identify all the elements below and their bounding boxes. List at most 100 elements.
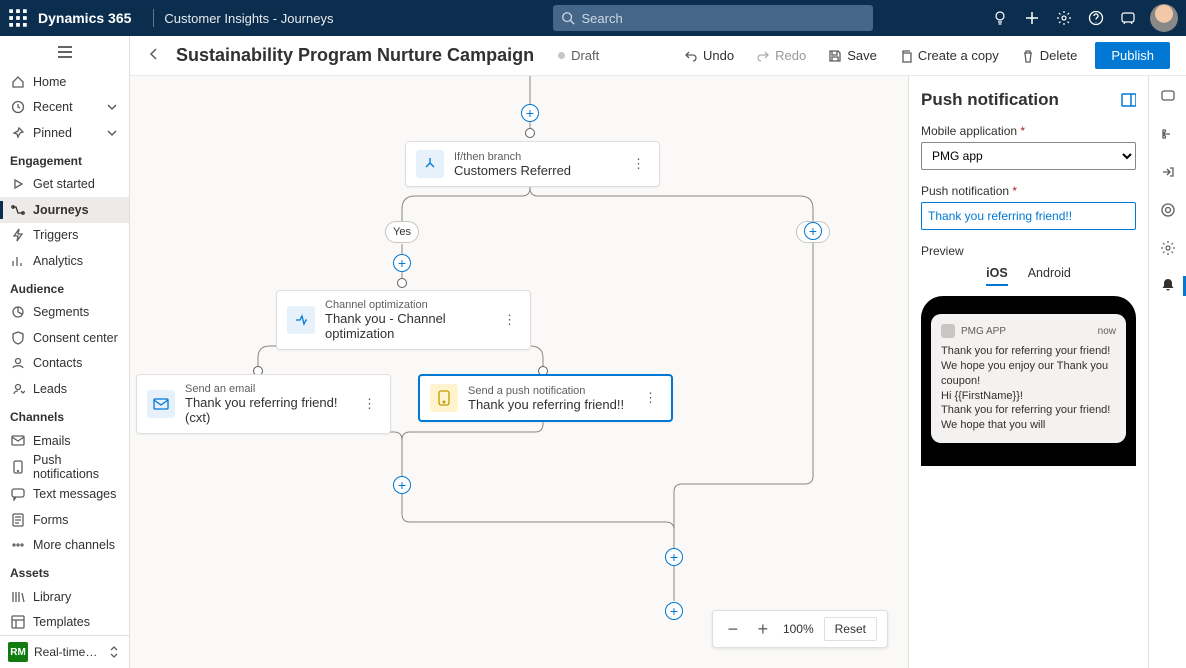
help-icon[interactable] bbox=[1080, 2, 1112, 34]
save-button[interactable]: Save bbox=[824, 44, 881, 67]
nav-push[interactable]: Push notifications bbox=[0, 453, 129, 481]
header-divider bbox=[153, 9, 154, 27]
node-more-icon[interactable]: ⋮ bbox=[628, 156, 649, 172]
zoom-reset-button[interactable]: Reset bbox=[824, 617, 877, 641]
nav-text[interactable]: Text messages bbox=[0, 481, 129, 507]
redo-label: Redo bbox=[775, 48, 806, 63]
chevron-down-icon bbox=[104, 100, 119, 115]
nav-push-label: Push notifications bbox=[33, 453, 119, 481]
node-more-icon[interactable]: ⋮ bbox=[499, 312, 520, 328]
nav-consent[interactable]: Consent center bbox=[0, 325, 129, 351]
page-title: Sustainability Program Nurture Campaign bbox=[176, 45, 534, 66]
save-label: Save bbox=[847, 48, 877, 63]
copilot-icon[interactable] bbox=[1158, 86, 1178, 106]
right-rail bbox=[1148, 76, 1186, 668]
nav-recent[interactable]: Recent bbox=[0, 94, 129, 120]
tab-ios[interactable]: iOS bbox=[986, 266, 1008, 286]
zoom-in-button[interactable]: + bbox=[753, 619, 773, 640]
assistant-icon[interactable] bbox=[1112, 2, 1144, 34]
publish-button[interactable]: Publish bbox=[1095, 42, 1170, 69]
app-launcher-icon[interactable] bbox=[8, 8, 28, 28]
sms-icon bbox=[10, 487, 25, 502]
add-step-button[interactable]: + bbox=[393, 254, 411, 272]
nav-triggers[interactable]: Triggers bbox=[0, 223, 129, 249]
updown-icon bbox=[106, 645, 121, 660]
optimization-icon bbox=[287, 306, 315, 334]
pin-icon bbox=[10, 125, 25, 140]
goal-icon[interactable] bbox=[1158, 200, 1178, 220]
copy-button[interactable]: Create a copy bbox=[895, 44, 1003, 67]
add-step-button[interactable]: + bbox=[804, 222, 822, 240]
push-node[interactable]: Send a push notificationThank you referr… bbox=[418, 374, 673, 422]
nav-text-label: Text messages bbox=[33, 487, 116, 501]
analytics-icon bbox=[10, 253, 25, 268]
add-step-button[interactable]: + bbox=[393, 476, 411, 494]
undo-label: Undo bbox=[703, 48, 734, 63]
expand-icon[interactable] bbox=[1121, 93, 1136, 108]
email-node[interactable]: Send an emailThank you referring friend!… bbox=[136, 374, 391, 434]
undo-button[interactable]: Undo bbox=[680, 44, 738, 67]
nav-journeys[interactable]: Journeys bbox=[0, 197, 129, 223]
bell-icon[interactable] bbox=[1158, 276, 1178, 296]
nav-more-channels[interactable]: More channels bbox=[0, 532, 129, 558]
yes-label: Yes bbox=[393, 226, 411, 238]
back-button[interactable] bbox=[146, 46, 162, 65]
nav-consent-label: Consent center bbox=[33, 331, 118, 345]
status-badge: Draft bbox=[558, 48, 599, 63]
zoom-out-button[interactable]: − bbox=[723, 619, 743, 640]
nav-contacts[interactable]: Contacts bbox=[0, 351, 129, 377]
nav-segments[interactable]: Segments bbox=[0, 300, 129, 326]
lightbulb-icon[interactable] bbox=[984, 2, 1016, 34]
settings-icon[interactable] bbox=[1048, 2, 1080, 34]
nav-home[interactable]: Home bbox=[0, 69, 129, 95]
nav-templates[interactable]: Templates bbox=[0, 609, 129, 635]
optimization-node[interactable]: Channel optimizationThank you - Channel … bbox=[276, 290, 531, 350]
nav-forms[interactable]: Forms bbox=[0, 507, 129, 533]
user-avatar[interactable] bbox=[1150, 4, 1178, 32]
nav-leads[interactable]: Leads bbox=[0, 376, 129, 402]
enter-icon[interactable] bbox=[1158, 124, 1178, 144]
node-more-icon[interactable]: ⋮ bbox=[640, 390, 661, 406]
journey-canvas[interactable]: + If/then branchCustomers Referred ⋮ Yes… bbox=[130, 76, 908, 668]
status-label: Draft bbox=[571, 48, 599, 63]
area-switcher[interactable]: RM Real-time marketi... bbox=[0, 635, 129, 668]
nav-triggers-label: Triggers bbox=[33, 228, 78, 242]
exit-icon[interactable] bbox=[1158, 162, 1178, 182]
nav-get-started-label: Get started bbox=[33, 177, 95, 191]
add-step-button[interactable]: + bbox=[665, 548, 683, 566]
publish-label: Publish bbox=[1111, 48, 1154, 63]
redo-button[interactable]: Redo bbox=[752, 44, 810, 67]
nav-pinned-label: Pinned bbox=[33, 126, 72, 140]
nav-collapse-button[interactable] bbox=[0, 36, 129, 69]
delete-button[interactable]: Delete bbox=[1017, 44, 1082, 67]
tab-android[interactable]: Android bbox=[1028, 266, 1071, 286]
nav-pinned[interactable]: Pinned bbox=[0, 120, 129, 146]
add-step-button[interactable]: + bbox=[665, 602, 683, 620]
nav-analytics-label: Analytics bbox=[33, 254, 83, 268]
nav-emails[interactable]: Emails bbox=[0, 428, 129, 454]
global-search[interactable]: Search bbox=[553, 5, 873, 31]
journey-icon bbox=[10, 202, 25, 217]
branch-node[interactable]: If/then branchCustomers Referred ⋮ bbox=[405, 141, 660, 187]
preview-tabs: iOS Android bbox=[921, 266, 1136, 286]
trigger-icon bbox=[10, 228, 25, 243]
nav-group-assets: Assets bbox=[0, 558, 129, 584]
push-lookup[interactable]: Thank you referring friend!! bbox=[921, 202, 1136, 230]
push-subtitle: Send a push notification bbox=[468, 385, 624, 397]
more-channels-icon bbox=[10, 538, 25, 553]
add-step-button[interactable]: + bbox=[521, 104, 539, 122]
app-select[interactable]: PMG app bbox=[921, 142, 1136, 170]
phone-preview: PMG APPnow Thank you for referring your … bbox=[921, 296, 1136, 466]
nav-get-started[interactable]: Get started bbox=[0, 172, 129, 198]
nav-analytics[interactable]: Analytics bbox=[0, 248, 129, 274]
nav-library[interactable]: Library bbox=[0, 584, 129, 610]
email-label: Thank you referring friend! (cxt) bbox=[185, 395, 349, 425]
nav-leads-label: Leads bbox=[33, 382, 67, 396]
app-name-label: Customer Insights - Journeys bbox=[164, 11, 333, 26]
add-icon[interactable] bbox=[1016, 2, 1048, 34]
node-more-icon[interactable]: ⋮ bbox=[359, 396, 380, 412]
push-field-label: Push notification * bbox=[921, 184, 1136, 198]
gear-icon[interactable] bbox=[1158, 238, 1178, 258]
home-icon bbox=[10, 74, 25, 89]
main-area: Sustainability Program Nurture Campaign … bbox=[130, 36, 1186, 668]
